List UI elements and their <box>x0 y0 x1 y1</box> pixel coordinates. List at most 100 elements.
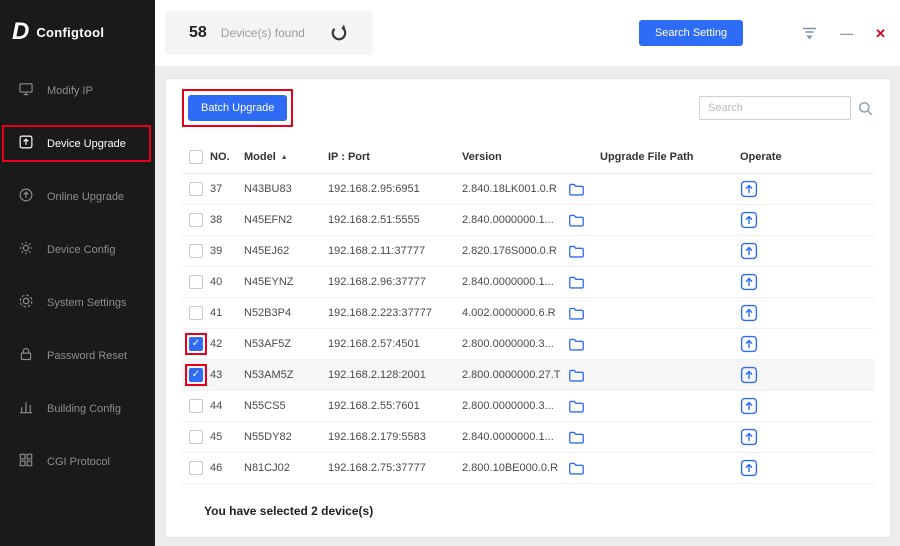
sidebar-item-system-settings[interactable]: System Settings <box>0 276 155 329</box>
upload-button[interactable] <box>740 211 758 229</box>
upload-button[interactable] <box>740 180 758 198</box>
close-button[interactable]: ✕ <box>875 27 886 40</box>
browse-folder-icon[interactable] <box>568 213 585 228</box>
table-row: 41 N52B3P4 192.168.2.223:37777 4.002.000… <box>182 298 874 329</box>
row-checkbox[interactable] <box>189 182 203 196</box>
checkbox-annotation <box>185 395 207 417</box>
checkbox-annotation <box>185 333 207 355</box>
row-checkbox[interactable] <box>189 461 203 475</box>
row-ip-port: 192.168.2.96:37777 <box>328 276 462 288</box>
row-version: 4.002.0000000.6.R <box>462 307 568 319</box>
sidebar-item-label: System Settings <box>47 297 126 309</box>
upload-button[interactable] <box>740 428 758 446</box>
browse-folder-icon[interactable] <box>568 399 585 414</box>
device-table: NO. Model ▲ IP : Port Version Upgrade Fi… <box>182 141 874 484</box>
upload-button[interactable] <box>740 273 758 291</box>
checkbox-annotation <box>185 302 207 324</box>
upload-button[interactable] <box>740 459 758 477</box>
search-input[interactable] <box>699 96 851 120</box>
browse-folder-icon[interactable] <box>568 182 585 197</box>
table-header: NO. Model ▲ IP : Port Version Upgrade Fi… <box>182 141 874 174</box>
upload-button[interactable] <box>740 397 758 415</box>
select-all-checkbox[interactable] <box>189 150 203 164</box>
sidebar-item-label: Modify IP <box>47 85 93 97</box>
minimize-button[interactable]: — <box>840 27 853 40</box>
row-checkbox[interactable] <box>189 337 203 351</box>
topbar-right: Search Setting — ✕ <box>639 20 886 46</box>
monitor-icon <box>18 81 34 100</box>
gear-icon <box>18 240 34 259</box>
batch-upgrade-button[interactable]: Batch Upgrade <box>188 95 287 121</box>
row-version: 2.800.0000000.3... <box>462 400 568 412</box>
refresh-icon[interactable] <box>329 23 349 43</box>
row-no: 44 <box>210 400 244 412</box>
sidebar-item-building-config[interactable]: Building Config <box>0 382 155 435</box>
row-checkbox[interactable] <box>189 399 203 413</box>
search-icon[interactable] <box>857 100 874 117</box>
checkbox-annotation <box>185 209 207 231</box>
row-no: 46 <box>210 462 244 474</box>
browse-folder-icon[interactable] <box>568 306 585 321</box>
row-checkbox[interactable] <box>189 306 203 320</box>
sidebar-item-online-upgrade[interactable]: Online Upgrade <box>0 170 155 223</box>
sidebar-item-modify-ip[interactable]: Modify IP <box>0 64 155 117</box>
browse-folder-icon[interactable] <box>568 461 585 476</box>
upload-button[interactable] <box>740 304 758 322</box>
row-ip-port: 192.168.2.55:7601 <box>328 400 462 412</box>
upload-button[interactable] <box>740 242 758 260</box>
sidebar-item-label: Online Upgrade <box>47 191 124 203</box>
toolbar: Batch Upgrade <box>182 89 874 127</box>
browse-folder-icon[interactable] <box>568 244 585 259</box>
browse-folder-icon[interactable] <box>568 275 585 290</box>
browse-folder-icon[interactable] <box>568 337 585 352</box>
browse-folder-icon[interactable] <box>568 368 585 383</box>
row-checkbox[interactable] <box>189 368 203 382</box>
row-checkbox[interactable] <box>189 430 203 444</box>
browse-folder-icon[interactable] <box>568 430 585 445</box>
header-ip-port: IP : Port <box>328 151 462 163</box>
circle-up-arrow-icon <box>18 187 34 206</box>
row-no: 38 <box>210 214 244 226</box>
row-model: N45EFN2 <box>244 214 328 226</box>
row-ip-port: 192.168.2.223:37777 <box>328 307 462 319</box>
menu-caret-icon[interactable] <box>801 26 818 41</box>
upload-button[interactable] <box>740 335 758 353</box>
table-body: 37 N43BU83 192.168.2.95:6951 2.840.18LK0… <box>182 174 874 484</box>
sidebar-item-device-config[interactable]: Device Config <box>0 223 155 276</box>
sidebar-menu: Modify IP Device Upgrade Online Upgrade … <box>0 64 155 488</box>
row-checkbox[interactable] <box>189 244 203 258</box>
row-model: N43BU83 <box>244 183 328 195</box>
table-row: 38 N45EFN2 192.168.2.51:5555 2.840.00000… <box>182 205 874 236</box>
row-checkbox[interactable] <box>189 275 203 289</box>
table-row: 44 N55CS5 192.168.2.55:7601 2.800.000000… <box>182 391 874 422</box>
search-area <box>699 96 874 120</box>
device-count-pill: 58 Device(s) found <box>165 11 373 55</box>
logo-icon: D <box>12 20 29 44</box>
device-count-label: Device(s) found <box>221 26 305 40</box>
row-model: N81CJ02 <box>244 462 328 474</box>
upload-button[interactable] <box>740 366 758 384</box>
row-ip-port: 192.168.2.51:5555 <box>328 214 462 226</box>
row-no: 40 <box>210 276 244 288</box>
table-row: 46 N81CJ02 192.168.2.75:37777 2.800.10BE… <box>182 453 874 484</box>
row-no: 43 <box>210 369 244 381</box>
annotation-box: Batch Upgrade <box>182 89 293 127</box>
row-checkbox[interactable] <box>189 213 203 227</box>
row-ip-port: 192.168.2.95:6951 <box>328 183 462 195</box>
header-no: NO. <box>210 151 244 163</box>
sidebar-item-password-reset[interactable]: Password Reset <box>0 329 155 382</box>
sidebar-item-device-upgrade[interactable]: Device Upgrade <box>0 117 155 170</box>
row-version: 2.840.0000000.1... <box>462 431 568 443</box>
row-model: N55CS5 <box>244 400 328 412</box>
table-row: 42 N53AF5Z 192.168.2.57:4501 2.800.00000… <box>182 329 874 360</box>
table-row: 37 N43BU83 192.168.2.95:6951 2.840.18LK0… <box>182 174 874 205</box>
sidebar-item-label: Device Config <box>47 244 115 256</box>
row-ip-port: 192.168.2.57:4501 <box>328 338 462 350</box>
sidebar-item-cgi-protocol[interactable]: CGI Protocol <box>0 435 155 488</box>
app-window: D Configtool Modify IP Device Upgrade On… <box>0 0 900 546</box>
header-operate: Operate <box>740 151 874 163</box>
search-setting-button[interactable]: Search Setting <box>639 20 743 46</box>
content-card: Batch Upgrade N <box>165 78 891 538</box>
sort-asc-icon[interactable]: ▲ <box>281 154 288 161</box>
main-area: 58 Device(s) found Search Setting <box>155 0 900 546</box>
